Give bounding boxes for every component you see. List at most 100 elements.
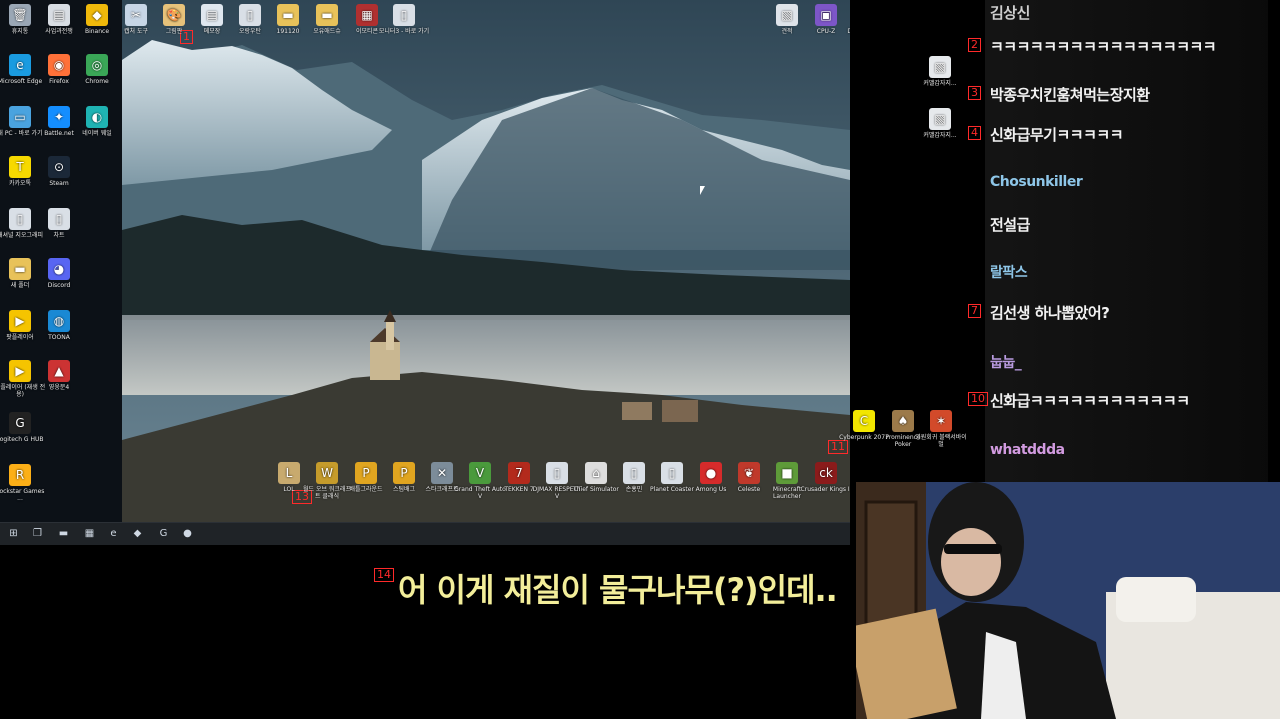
steam-icon: ⊙ [48,156,70,178]
desktop-icon-label: 팟플레이어 [6,334,34,341]
desktop-icon-label: Chrome [85,78,109,85]
desktop-icon-label: 커밸갑자지... [923,80,957,87]
desktop-icon-label: Discord [47,282,71,289]
chat-marker: 2 [968,38,981,52]
chat-username: 랄팍스 [990,265,1028,281]
desktop-icon-label: 영원회귀 블랙서바이벌 [915,434,967,448]
subtitle-caption: 어 이게 재질이 물구나무(?)인데.. [398,571,838,609]
desktop-icon-label: Minecraft Launcher [772,486,802,500]
paint-icon: 🎨 [163,4,185,26]
left-icon-7[interactable]: ⊙ Steam [33,156,85,187]
desktop-icon-label: Rockstar Games ... [0,488,45,502]
chat-message: 전설급 [990,216,1030,234]
left-icon-16[interactable]: G Logitech G HUB [0,412,46,443]
file-icon: ▯ [546,462,568,484]
side-right-icon-0[interactable]: ▧ 커밸갑자지... [914,56,966,87]
discord-icon: ◕ [48,258,70,280]
desktop-icon-label: 손홍민 [625,486,643,493]
kakaotalk-icon: T [9,156,31,178]
file-explorer-icon[interactable]: ▬ [56,526,71,541]
app-icon[interactable]: ● [180,526,195,541]
file-icon: ▯ [48,208,70,230]
file-icon: ▯ [661,462,683,484]
er-icon: ✶ [930,410,952,432]
left-icon-9[interactable]: ▯ 차트 [33,208,85,239]
desktop-icon-label: 휴지통 [11,28,29,35]
desktop-icon-label: Crusader Kings II [800,486,850,493]
tekken-icon: 7 [508,462,530,484]
binance-icon[interactable]: ◆ [130,526,145,541]
left-icon-17[interactable]: R Rockstar Games ... [0,464,46,502]
top-right-icon-2[interactable]: ▯DHOAgent... [840,4,850,35]
wallpaper [122,0,850,522]
desktop-icon-label: 카카오톡 [8,180,32,187]
left-icon-11[interactable]: ◕ Discord [33,258,85,289]
chat-background [985,0,1268,513]
desktop-icon-label: TOONA [48,334,70,341]
webcam-scene [856,482,1280,719]
notepad-icon: ▤ [201,4,223,26]
chat-message: ㅋㅋㅋㅋㅋㅋㅋㅋㅋㅋㅋㅋㅋㅋㅋㅋㅋ [990,38,1217,56]
taskbar [0,522,850,545]
windows-icon[interactable]: ⊞ [6,526,21,541]
edge-icon[interactable]: e [106,526,121,541]
side-right-icon-1[interactable]: ▧ 커밸갑자지... [914,108,966,139]
potplayer-icon: ▶ [9,310,31,332]
webcam-feed [856,482,1280,719]
task-view-icon[interactable]: ❐ [30,526,45,541]
left-icon-15[interactable]: ▲ 영웅문4 [33,360,85,391]
amongus-icon: ● [700,462,722,484]
left-icon-2[interactable]: ◎ Chrome [71,54,123,85]
ck-icon: ck [815,462,837,484]
computer-icon: ▭ [9,106,31,128]
recycle-bin-icon: 🗑 [9,4,31,26]
file-icon: ▯ [9,208,31,230]
desktop-capture: 1 11 13 🗑 휴지통 ▤ 사업과전쟁 ◆ Binance ✂ 캡처 도구 🎨 그림판 ▤ 메모장… [0,0,850,545]
desktop-icon-label: 스팀배그 [392,486,416,493]
rockstar-icon: R [9,464,31,486]
chat-username: whatddda [990,442,1065,458]
bottom-icon-14[interactable]: ck Crusader Kings II [800,462,850,493]
marker-11: 11 [828,440,848,454]
thief-icon: ⌂ [585,462,607,484]
starcraft-icon: ✕ [431,462,453,484]
firefox-icon: ◉ [48,54,70,76]
left-icon-13[interactable]: ◍ TOONA [33,310,85,341]
desktop-icon-label: Logitech G HUB [0,436,44,443]
potplayer-icon: ▶ [9,360,31,382]
mid-right-icon-2[interactable]: ✶ 영원회귀 블랙서바이벌 [915,410,967,448]
marker-14: 14 [374,568,394,582]
desktop-icon-label: 새 폴더 [10,282,30,289]
desktop-icon-label: 모니터3 - 바로 가기 [378,28,430,35]
pubg-icon: P [355,462,377,484]
chat-message: 김선생 하나뽑았어? [990,304,1110,322]
desktop-icon-label: Celeste [737,486,761,493]
file-icon: ▯ [393,4,415,26]
mouse-cursor [700,186,705,195]
edge-icon: e [9,54,31,76]
cyberpunk-icon: C [853,410,875,432]
chat-message: 신화급무기ㅋㅋㅋㅋㅋ [990,126,1124,144]
desktop-icon-label: Firefox [49,78,69,85]
chat-marker: 10 [968,392,988,406]
wallpaper-art [122,0,850,522]
logitech-icon: G [9,412,31,434]
binance-icon: ◆ [86,4,108,26]
top-icon-10[interactable]: ▯ 모니터3 - 바로 가기 [378,4,430,35]
calculator-icon[interactable]: ▦ [82,526,97,541]
left-icon-5[interactable]: ◐ 네이버 웨일 [71,106,123,137]
desktop-icon-label: 커밸갑자지... [923,132,957,139]
file-icon: ▯ [623,462,645,484]
gta-icon: V [469,462,491,484]
desktop-icon-label: LOL [283,486,295,493]
desktop-icon-label: Binance [84,28,110,35]
desktop-icon-label: 오유애드슈 [313,28,341,35]
desktop-icon-label: 그림판 [165,28,183,35]
chat-message: 신화급ㅋㅋㅋㅋㅋㅋㅋㅋㅋㅋㅋㅋ [990,392,1190,410]
desktop-icon-label: 차트 [53,232,65,239]
desktop-icon-label: 191120 [276,28,300,35]
lol-icon: L [278,462,300,484]
logitech-icon[interactable]: G [156,526,171,541]
desktop-icon-label: Steam [49,180,69,187]
desktop-icon-label: 견적 [781,28,793,35]
